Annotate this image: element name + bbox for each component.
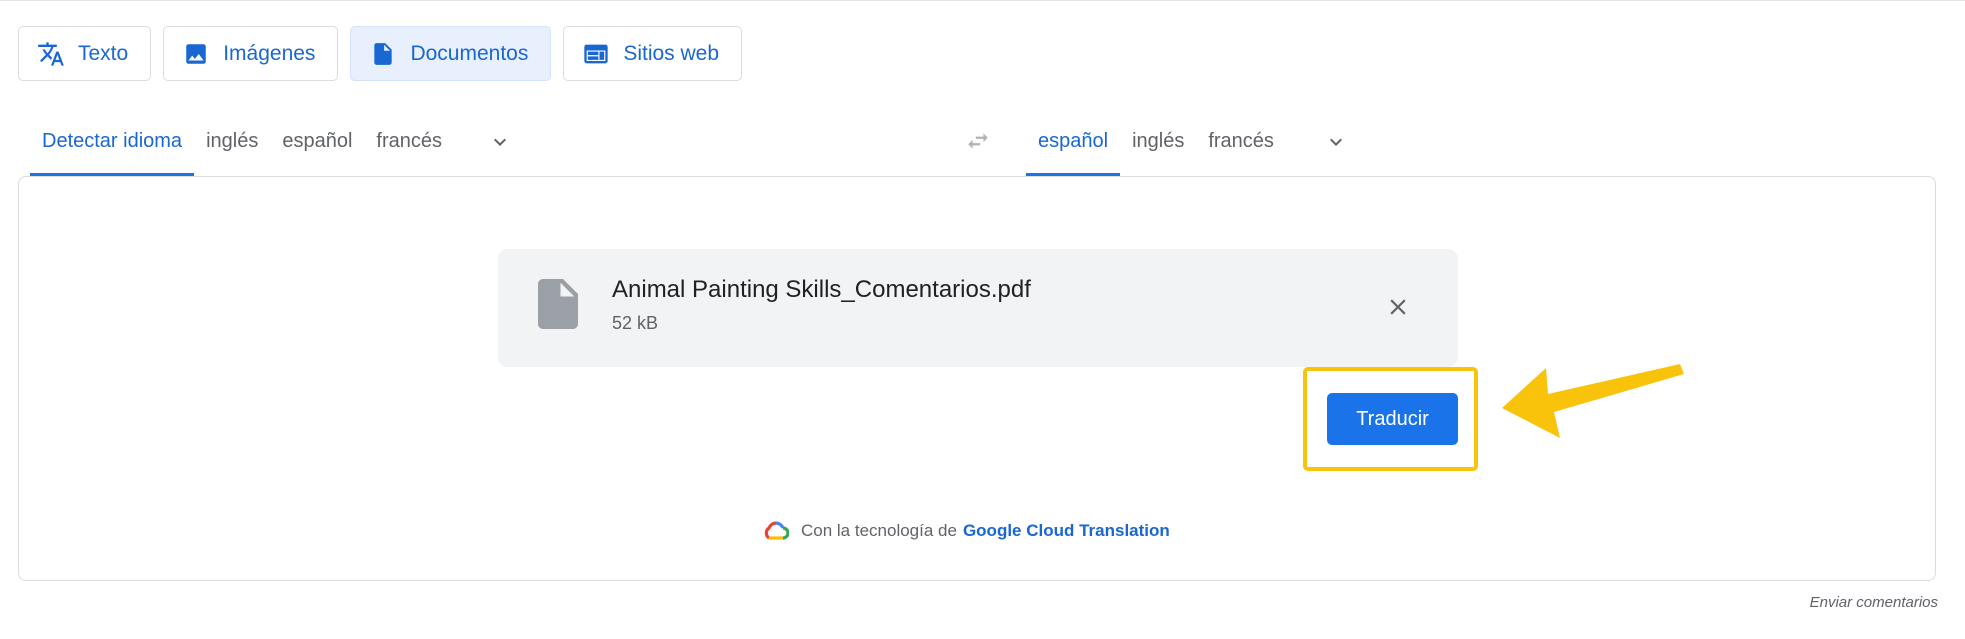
uploaded-file-card: Animal Painting Skills_Comentarios.pdf 5… <box>498 249 1458 367</box>
file-name: Animal Painting Skills_Comentarios.pdf <box>612 276 1031 303</box>
swap-languages-icon[interactable] <box>960 126 996 156</box>
source-language-bar: Detectar idioma inglés español francés <box>30 110 516 176</box>
tab-images-label: Imágenes <box>223 41 316 65</box>
target-language-bar: español inglés francés <box>1026 110 1352 176</box>
website-icon <box>582 40 610 68</box>
file-icon <box>538 279 578 329</box>
tab-websites-label: Sitios web <box>623 41 720 65</box>
target-lang-french[interactable]: francés <box>1196 110 1286 176</box>
source-lang-spanish[interactable]: español <box>270 110 364 176</box>
tab-documents-label: Documentos <box>410 41 529 65</box>
translate-button[interactable]: Traducir <box>1327 393 1458 445</box>
top-divider <box>0 0 1965 1</box>
tab-images[interactable]: Imágenes <box>163 26 339 81</box>
target-more-languages-chevron-down-icon[interactable] <box>1320 126 1352 158</box>
translate-icon <box>37 40 65 68</box>
send-feedback-link[interactable]: Enviar comentarios <box>1810 594 1938 611</box>
remove-file-close-icon[interactable] <box>1378 287 1418 327</box>
powered-by: Con la tecnología de Google Cloud Transl… <box>763 519 1170 543</box>
mode-tabs: Texto Imágenes Documentos Sitios web <box>18 26 743 81</box>
annotation-arrow-icon <box>1502 364 1684 438</box>
tab-websites[interactable]: Sitios web <box>563 26 743 81</box>
source-more-languages-chevron-down-icon[interactable] <box>484 126 516 158</box>
target-lang-spanish[interactable]: español <box>1026 110 1121 176</box>
tab-documents[interactable]: Documentos <box>350 26 552 81</box>
source-lang-english[interactable]: inglés <box>194 110 270 176</box>
file-size: 52 kB <box>612 313 659 333</box>
tab-text-label: Texto <box>78 41 129 65</box>
target-lang-english[interactable]: inglés <box>1120 110 1196 176</box>
powered-by-prefix: Con la tecnología de <box>801 521 957 540</box>
source-lang-detect[interactable]: Detectar idioma <box>30 110 195 176</box>
image-icon <box>182 40 210 68</box>
google-cloud-translation-link[interactable]: Google Cloud Translation <box>963 521 1170 541</box>
source-lang-french[interactable]: francés <box>364 110 454 176</box>
google-cloud-icon <box>763 520 790 542</box>
tab-text[interactable]: Texto <box>18 26 152 81</box>
document-icon <box>369 40 397 68</box>
